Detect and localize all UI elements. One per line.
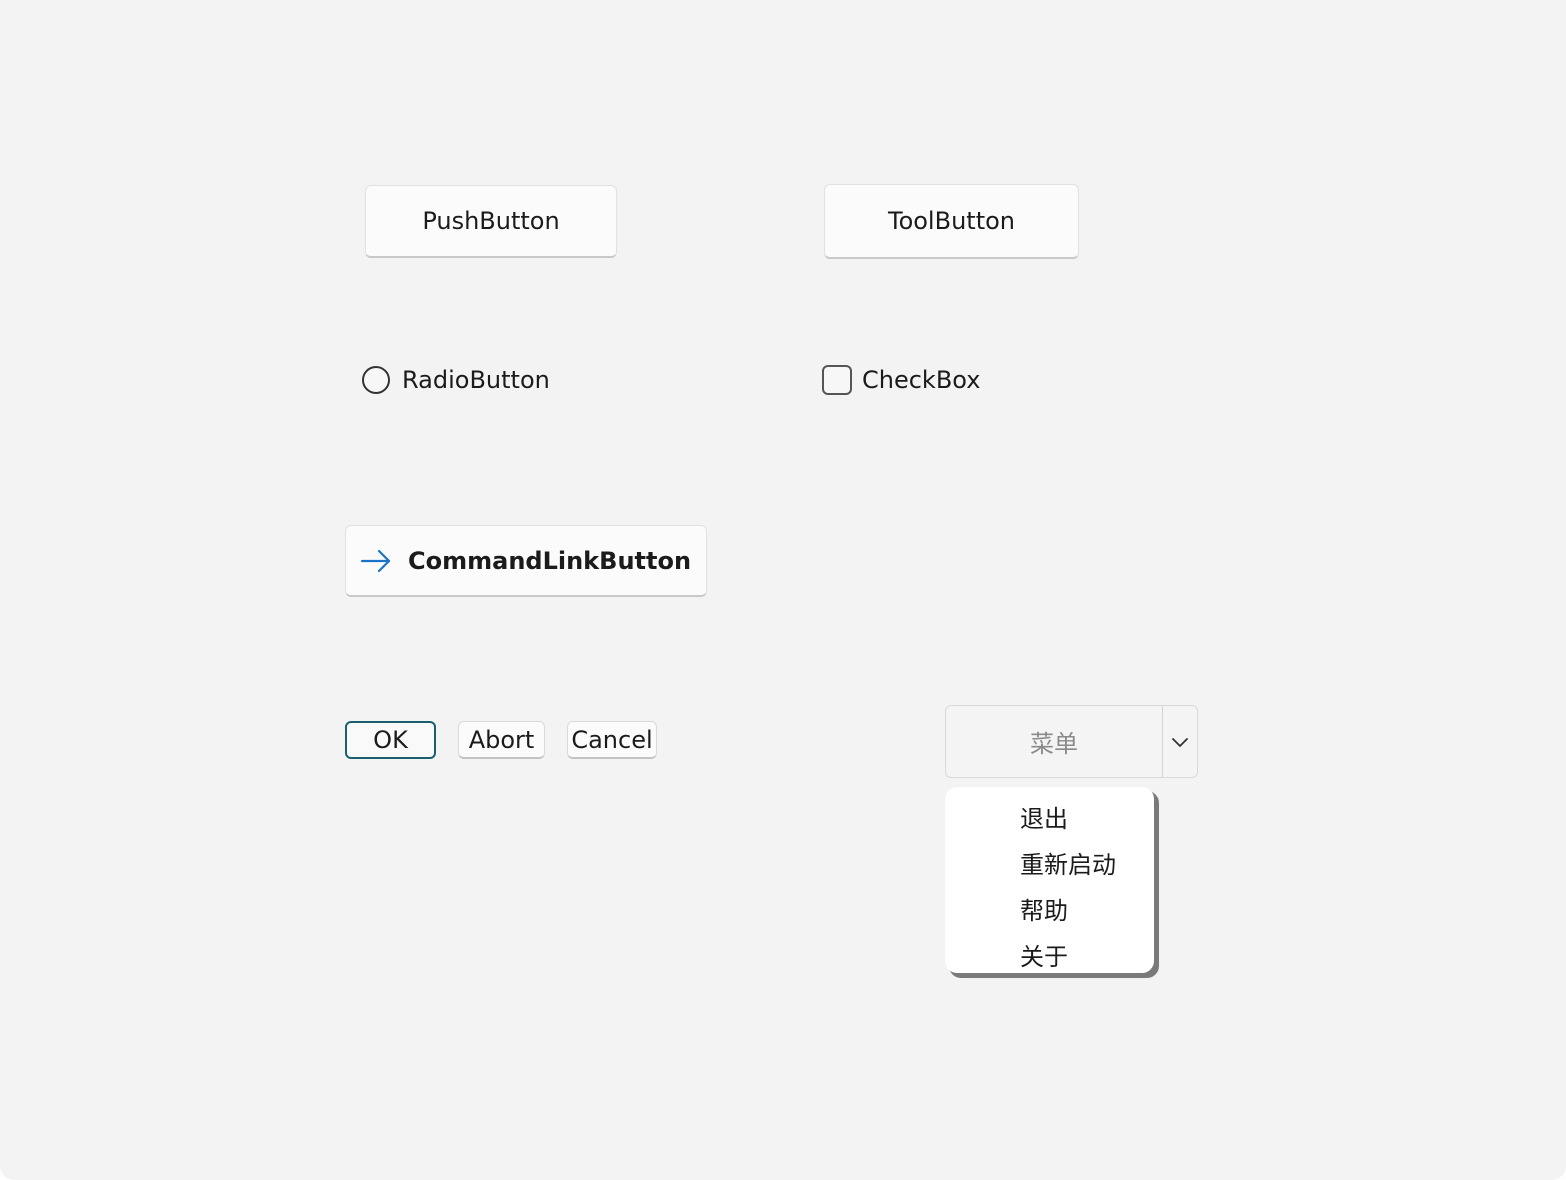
push-button[interactable]: PushButton: [365, 185, 617, 258]
menu-item-help[interactable]: 帮助: [945, 885, 1154, 931]
menu-item-restart[interactable]: 重新启动: [945, 839, 1154, 885]
menu-dropdown-button[interactable]: [1163, 706, 1197, 777]
menu-button-label[interactable]: 菜单: [946, 706, 1163, 777]
tool-button[interactable]: ToolButton: [824, 184, 1079, 259]
arrow-right-icon: [360, 549, 391, 572]
cancel-button[interactable]: Cancel: [567, 721, 657, 759]
radio-button[interactable]: RadioButton: [362, 364, 550, 396]
radio-indicator[interactable]: [362, 366, 390, 394]
checkbox-label: CheckBox: [862, 366, 981, 394]
checkbox[interactable]: CheckBox: [822, 364, 980, 396]
checkbox-indicator[interactable]: [822, 365, 852, 395]
command-link-label: CommandLinkButton: [408, 546, 692, 575]
menu-split-button[interactable]: 菜单: [945, 705, 1198, 778]
chevron-down-icon: [1172, 737, 1188, 747]
popup-menu: 退出 重新启动 帮助 关于: [945, 787, 1154, 973]
command-link-button[interactable]: CommandLinkButton: [345, 525, 707, 597]
menu-item-about[interactable]: 关于: [945, 931, 1154, 977]
main-window: PushButton ToolButton RadioButton CheckB…: [0, 0, 1566, 1180]
abort-button[interactable]: Abort: [458, 721, 545, 759]
ok-button[interactable]: OK: [345, 721, 436, 759]
radio-button-label: RadioButton: [402, 366, 550, 394]
menu-item-exit[interactable]: 退出: [945, 793, 1154, 839]
